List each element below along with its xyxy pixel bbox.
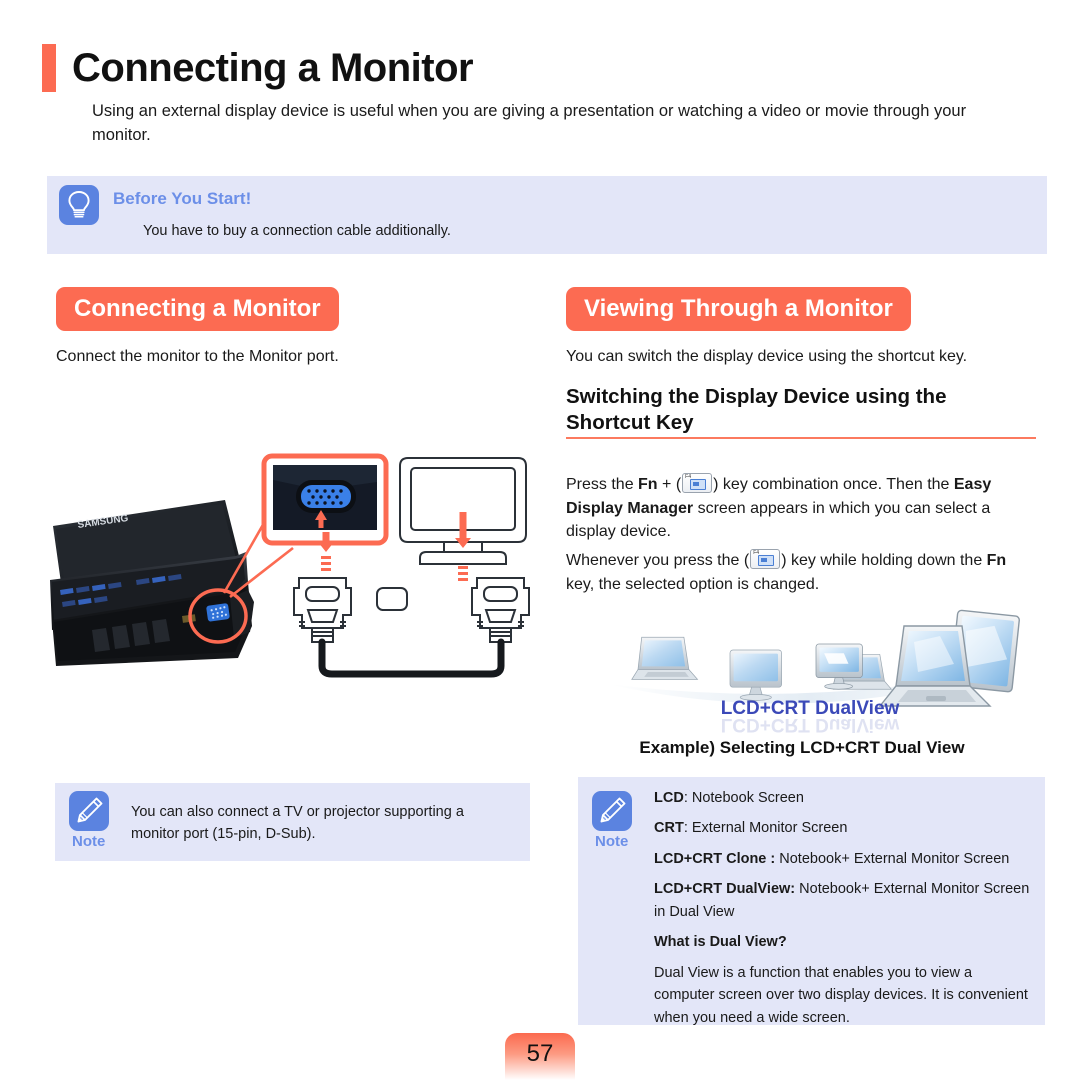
note-question: What is Dual View? <box>654 931 1032 953</box>
page-title-text: Connecting a Monitor <box>72 46 474 90</box>
note-description: : External Monitor Screen <box>683 820 848 837</box>
shortcut-paragraph-2: Whenever you press the (F4) key while ho… <box>566 549 1038 596</box>
p1-bold-fn: Fn <box>638 476 658 493</box>
note-text: You can also connect a TV or projector s… <box>131 804 464 843</box>
monitor-glyph <box>690 479 707 490</box>
intro-paragraph: Using an external display device is usef… <box>92 102 967 144</box>
note-line: LCD: Notebook Screen <box>654 787 1032 809</box>
fn-f4-key-icon: F4 <box>682 473 713 493</box>
p2-bold-fn: Fn <box>986 552 1007 569</box>
dv-item-dual-monitor <box>815 643 893 690</box>
before-you-start-heading: Before You Start! <box>113 189 252 208</box>
dualview-label-reflection: LCD+CRT DualView <box>721 714 900 735</box>
p2-part1: Whenever you press the ( <box>566 552 750 569</box>
p1-part3: ) key combination once. Then the <box>713 476 954 493</box>
note-box-right: Note LCD: Notebook Screen CRT: External … <box>578 777 1045 1026</box>
dv-item-laptop <box>631 636 699 680</box>
p1-part1: Press the <box>566 476 639 493</box>
note-label: Note <box>72 833 106 850</box>
vga-cable <box>293 577 530 643</box>
before-you-start-text: You have to buy a connection cable addit… <box>143 223 451 239</box>
note-term: LCD+CRT Clone : <box>654 850 776 867</box>
arrow-up-to-monitor <box>455 512 471 581</box>
note-box-left: Note You can also connect a TV or projec… <box>55 783 530 861</box>
note-definition-list: LCD: Notebook Screen CRT: External Monit… <box>654 787 1032 1029</box>
p2-part3: key, the selected option is changed. <box>566 575 820 593</box>
section-header-viewing-through-a-monitor: Viewing Through a Monitor <box>566 287 911 331</box>
note-term: LCD <box>654 790 684 806</box>
pencil-icon <box>592 791 632 831</box>
monitor-connection-illustration: SAMSUNG <box>40 430 560 730</box>
vga-port-callout <box>261 453 389 546</box>
note-line: LCD+CRT Clone : Notebook+ External Monit… <box>654 848 1032 870</box>
lightbulb-icon <box>59 185 99 225</box>
page-number: 57 <box>505 1033 575 1080</box>
note-description: : Notebook Screen <box>683 790 804 806</box>
note-description: Notebook+ External Monitor Screen <box>775 850 1010 867</box>
monitor-glyph <box>758 555 775 566</box>
note-question-text: What is Dual View? <box>654 934 787 951</box>
note-term: CRT <box>654 820 684 837</box>
subheading-rule <box>566 437 1036 439</box>
dv-item-laptop-plus-monitor-selected <box>878 609 1020 707</box>
note-term: LCD+CRT DualView: <box>654 881 796 898</box>
note-answer: Dual View is a function that enables you… <box>654 964 1028 1026</box>
pencil-icon <box>69 791 109 831</box>
right-column-lead: You can switch the display device using … <box>566 348 968 365</box>
cable-wire <box>318 638 505 678</box>
easy-display-manager-graphic: LCD+CRT DualView LCD+CRT DualView <box>600 598 1020 738</box>
example-caption: Example) Selecting LCD+CRT Dual View <box>639 738 965 757</box>
fn-f4-key-icon: F4 <box>750 549 781 569</box>
p2-part2: ) key while holding down the <box>781 552 987 569</box>
note-label: Note <box>595 833 629 850</box>
manual-page: Connecting a Monitor Using an external d… <box>0 0 1080 1080</box>
note-line: CRT: External Monitor Screen <box>654 817 1032 839</box>
left-column-lead: Connect the monitor to the Monitor port. <box>56 348 339 365</box>
before-you-start-box: Before You Start! You have to buy a conn… <box>47 176 1047 254</box>
title-accent-bar <box>42 44 56 92</box>
note-line: LCD+CRT DualView: Notebook+ External Mon… <box>654 878 1032 923</box>
dv-item-monitor <box>729 649 782 701</box>
shortcut-paragraph-1: Press the Fn + (F4) key combination once… <box>566 473 1038 544</box>
page-title: Connecting a Monitor <box>42 44 474 92</box>
p1-part2: + ( <box>657 476 682 493</box>
section-header-connecting-a-monitor: Connecting a Monitor <box>56 287 339 331</box>
right-column-subheading: Switching the Display Device using the S… <box>566 385 947 434</box>
crt-monitor-outline <box>399 457 527 565</box>
